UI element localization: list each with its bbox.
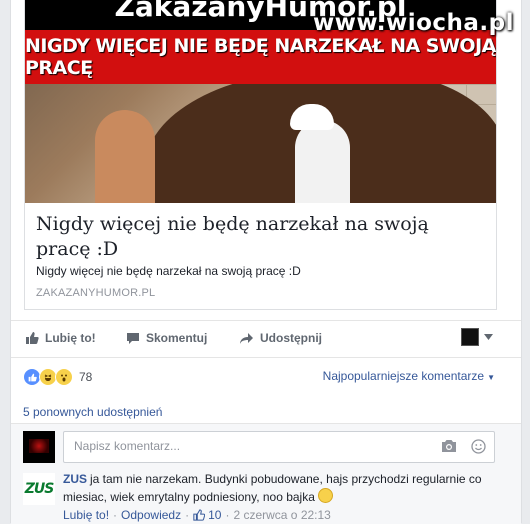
image-person	[95, 110, 155, 203]
comment-text: ja tam nie narzekam. Budynki pobudowane,…	[63, 472, 482, 504]
separator: ·	[185, 508, 190, 522]
thumbs-up-icon	[193, 509, 206, 521]
comment-author[interactable]: ZUS	[63, 472, 87, 486]
commenter-avatar-logo: ZUS	[24, 481, 55, 497]
link-domain: ZAKAZANYHUMOR.PL	[36, 287, 156, 299]
thumbs-up-icon	[26, 332, 39, 344]
current-user-avatar[interactable]	[23, 431, 55, 463]
post-card: ZakazanyHumor.pl NIGDY WIĘCEJ NIE BĘDĘ N…	[10, 0, 522, 524]
comment-like-link[interactable]: Lubię to!	[63, 508, 109, 522]
reactions-summary[interactable]: 78	[23, 368, 92, 386]
shares-link[interactable]: 5 ponownych udostępnień	[23, 405, 162, 419]
action-bar: Lubię to! Skomentuj Udostępnij	[11, 320, 521, 358]
comment-like-number: 10	[208, 508, 222, 522]
image-banner-text: NIGDY WIĘCEJ NIE BĘDĘ NARZEKAŁ NA SWOJĄ …	[25, 35, 496, 79]
page-avatar	[461, 328, 479, 346]
share-button[interactable]: Udostępnij	[239, 331, 322, 345]
share-label: Udostępnij	[260, 331, 322, 345]
separator: ·	[113, 508, 118, 522]
sort-label: Najpopularniejsze komentarze	[322, 369, 485, 383]
comments-section: ZUS ZUSja tam nie narzekam. Budynki pobu…	[11, 423, 521, 524]
comment-box[interactable]	[63, 431, 495, 463]
like-label: Lubię to!	[45, 331, 96, 345]
reaction-count: 78	[79, 370, 93, 384]
caret-down-icon: ▼	[487, 373, 495, 382]
wow-icon	[55, 368, 73, 386]
comment-button[interactable]: Skomentuj	[126, 331, 207, 345]
link-title[interactable]: Nigdy więcej nie będę narzekał na swoją …	[36, 212, 486, 262]
commenter-avatar[interactable]: ZUS	[23, 473, 55, 505]
comment-meta: Lubię to! · Odpowiedz · 10 · 2 czerwca o…	[63, 508, 331, 522]
link-preview[interactable]: ZakazanyHumor.pl NIGDY WIĘCEJ NIE BĘDĘ N…	[24, 0, 497, 310]
comment-label: Skomentuj	[146, 331, 208, 345]
comment-sort-dropdown[interactable]: Najpopularniejsze komentarze ▼	[323, 369, 495, 383]
share-icon	[240, 332, 253, 344]
comment-reply-link[interactable]: Odpowiedz	[121, 508, 181, 522]
comment-icon	[127, 332, 139, 344]
image-banner: NIGDY WIĘCEJ NIE BĘDĘ NARZEKAŁ NA SWOJĄ …	[25, 30, 496, 84]
caret-down-icon	[484, 334, 493, 340]
smile-emoji-icon	[318, 488, 334, 503]
comment-like-count[interactable]: 10	[193, 508, 221, 522]
comment-input-icons	[441, 439, 486, 454]
separator: ·	[225, 508, 230, 522]
image-person	[295, 120, 350, 203]
watermark: www.wiocha.pl	[312, 10, 514, 36]
like-button[interactable]: Lubię to!	[25, 331, 96, 345]
comment-input[interactable]	[72, 438, 436, 454]
link-description: Nigdy więcej nie będę narzekał na swoją …	[36, 264, 301, 278]
emoji-icon[interactable]	[471, 439, 486, 454]
comment-body: ZUS ja tam nie narzekam. Budynki pobudowa…	[63, 471, 493, 506]
page-selector[interactable]	[461, 328, 493, 346]
comment-timestamp[interactable]: 2 czerwca o 22:13	[233, 508, 330, 522]
camera-icon[interactable]	[441, 439, 457, 453]
